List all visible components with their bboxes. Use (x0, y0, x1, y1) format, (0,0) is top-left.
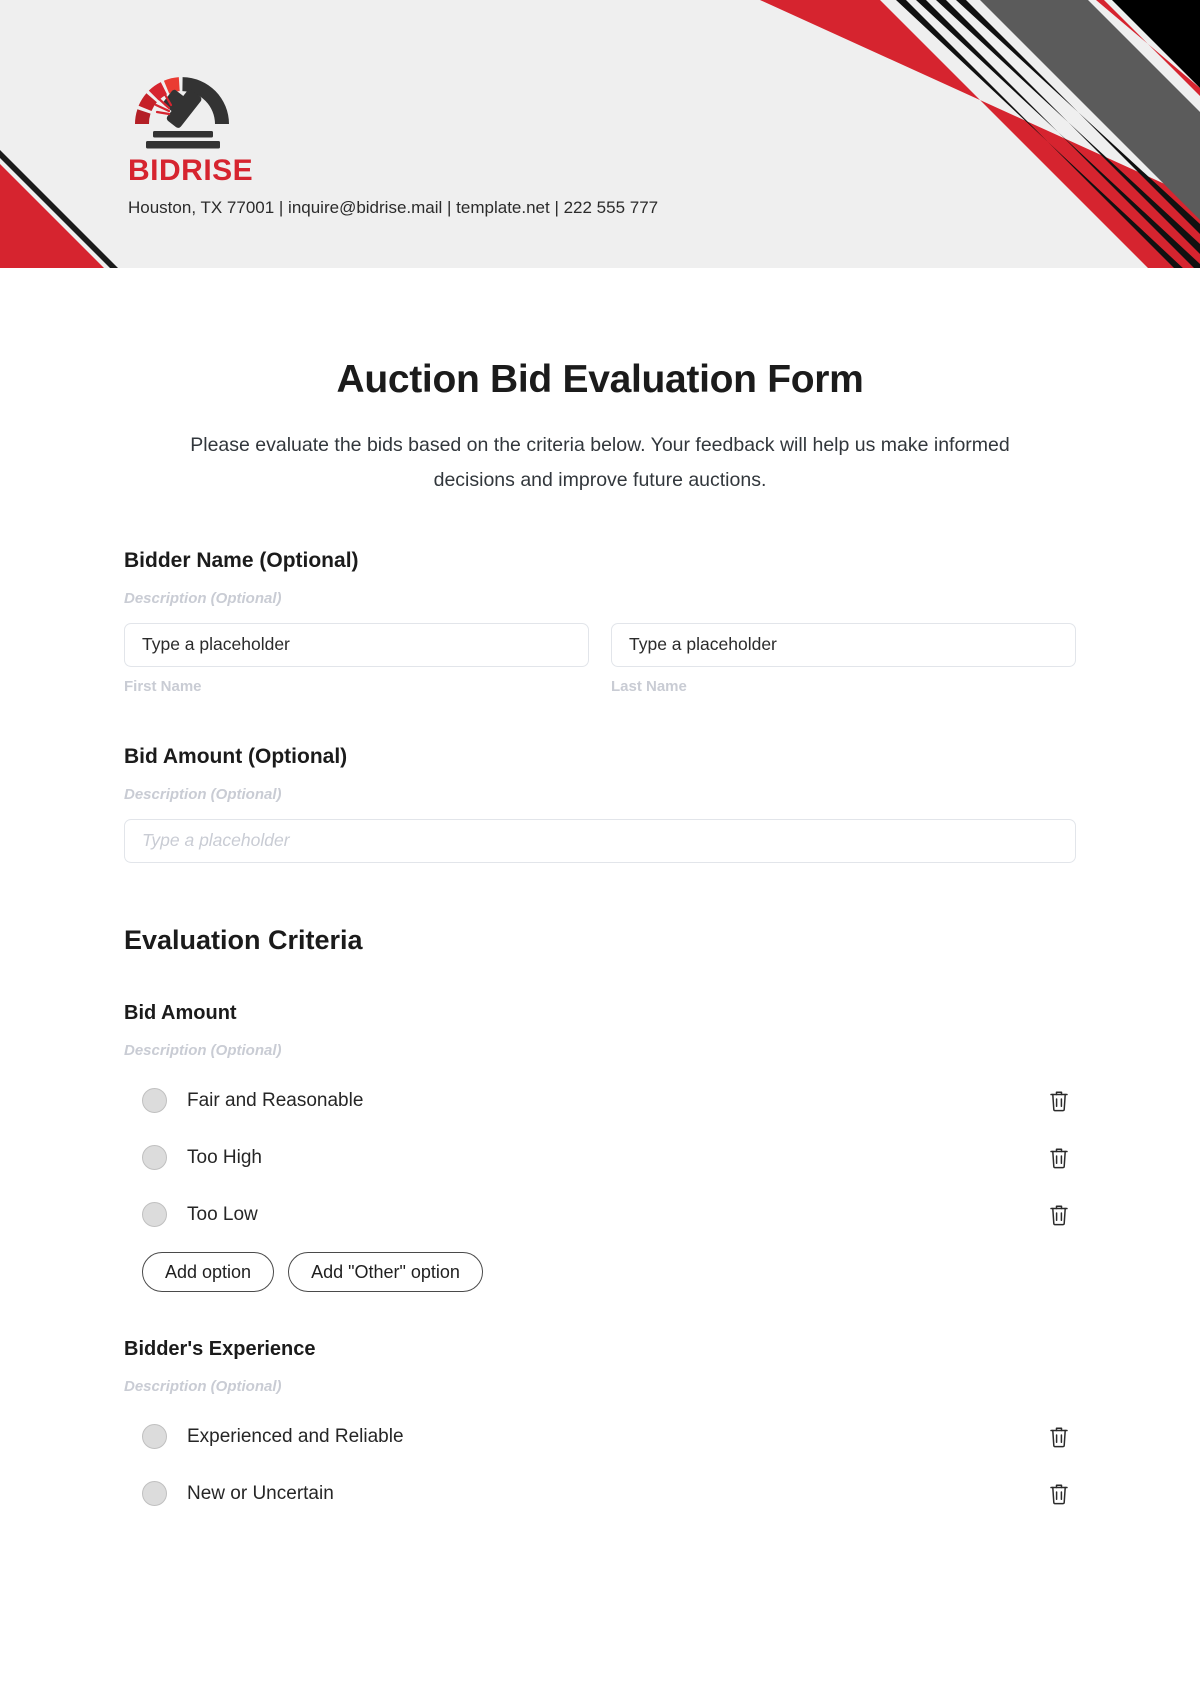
first-name-column: Type a placeholder First Name (124, 622, 589, 695)
bid-amount-column: Type a placeholder (124, 818, 1076, 863)
brand-block: BIDRISE Houston, TX 77001 | inquire@bidr… (128, 58, 658, 218)
group-title: Bidder's Experience (124, 1337, 316, 1360)
trash-icon[interactable] (1048, 1482, 1070, 1506)
radio-button-icon[interactable] (142, 1481, 167, 1507)
option-label: Too Low (187, 1203, 258, 1225)
add-option-button[interactable]: Add option (142, 1251, 275, 1292)
option-buttons: Add option Add "Other" option (124, 1251, 1076, 1292)
option-label: Too High (187, 1146, 262, 1168)
option-list: Experienced and Reliable New or Uncertai… (124, 1417, 1076, 1514)
option-list: Fair and Reasonable Too High Too Low (124, 1081, 1076, 1235)
option-row[interactable]: New or Uncertain (124, 1474, 1076, 1514)
page-title: Auction Bid Evaluation Form (336, 358, 864, 401)
option-row[interactable]: Too High (124, 1138, 1076, 1178)
page-header: BIDRISE Houston, TX 77001 | inquire@bidr… (0, 0, 1200, 268)
gavel-arc-icon (135, 77, 229, 149)
group-title: Bid Amount (124, 1001, 237, 1024)
last-name-sub-label: Last Name (611, 677, 687, 695)
add-other-option-button[interactable]: Add "Other" option (288, 1251, 483, 1292)
name-input-row: Type a placeholder First Name Type a pla… (124, 622, 1076, 695)
field-description: Description (Optional) (124, 785, 282, 803)
bid-amount-input-row: Type a placeholder (124, 818, 1076, 863)
bid-amount-input[interactable]: Type a placeholder (124, 818, 1076, 863)
radio-button-icon[interactable] (142, 1088, 167, 1114)
option-label: Experienced and Reliable (187, 1425, 404, 1447)
field-description: Description (Optional) (124, 589, 282, 607)
radio-button-icon[interactable] (142, 1202, 167, 1228)
last-name-input[interactable]: Type a placeholder (611, 622, 1076, 667)
field-bidder-name: Bidder Name (Optional) Description (Opti… (124, 549, 1076, 695)
option-row[interactable]: Too Low (124, 1195, 1076, 1235)
field-label: Bidder Name (Optional) (124, 548, 359, 572)
field-label: Bid Amount (Optional) (124, 744, 348, 768)
option-label: New or Uncertain (187, 1482, 334, 1504)
form-description: Please evaluate the bids based on the cr… (190, 434, 1010, 492)
radio-button-icon[interactable] (142, 1145, 167, 1171)
brand-name: BIDRISE (128, 154, 254, 187)
criteria-group-bid-amount: Bid Amount Description (Optional) Fair a… (124, 1002, 1076, 1292)
trash-icon[interactable] (1048, 1146, 1070, 1170)
first-name-input[interactable]: Type a placeholder (124, 622, 589, 667)
first-name-sub-label: First Name (124, 677, 202, 695)
form-page: BIDRISE Houston, TX 77001 | inquire@bidr… (0, 0, 1200, 1700)
section-heading-evaluation-criteria: Evaluation Criteria (124, 924, 363, 955)
trash-icon[interactable] (1048, 1425, 1070, 1449)
brand-contact: Houston, TX 77001 | inquire@bidrise.mail… (128, 198, 659, 217)
option-row[interactable]: Fair and Reasonable (124, 1081, 1076, 1121)
group-description: Description (Optional) (124, 1041, 282, 1059)
last-name-column: Type a placeholder Last Name (611, 622, 1076, 695)
option-label: Fair and Reasonable (187, 1089, 364, 1111)
radio-button-icon[interactable] (142, 1424, 167, 1450)
form-content: Auction Bid Evaluation Form Please evalu… (0, 358, 1200, 1514)
option-row[interactable]: Experienced and Reliable (124, 1417, 1076, 1457)
group-description: Description (Optional) (124, 1377, 282, 1395)
trash-icon[interactable] (1048, 1089, 1070, 1113)
field-bid-amount: Bid Amount (Optional) Description (Optio… (124, 745, 1076, 863)
trash-icon[interactable] (1048, 1203, 1070, 1227)
criteria-group-bidders-experience: Bidder's Experience Description (Optiona… (124, 1338, 1076, 1514)
